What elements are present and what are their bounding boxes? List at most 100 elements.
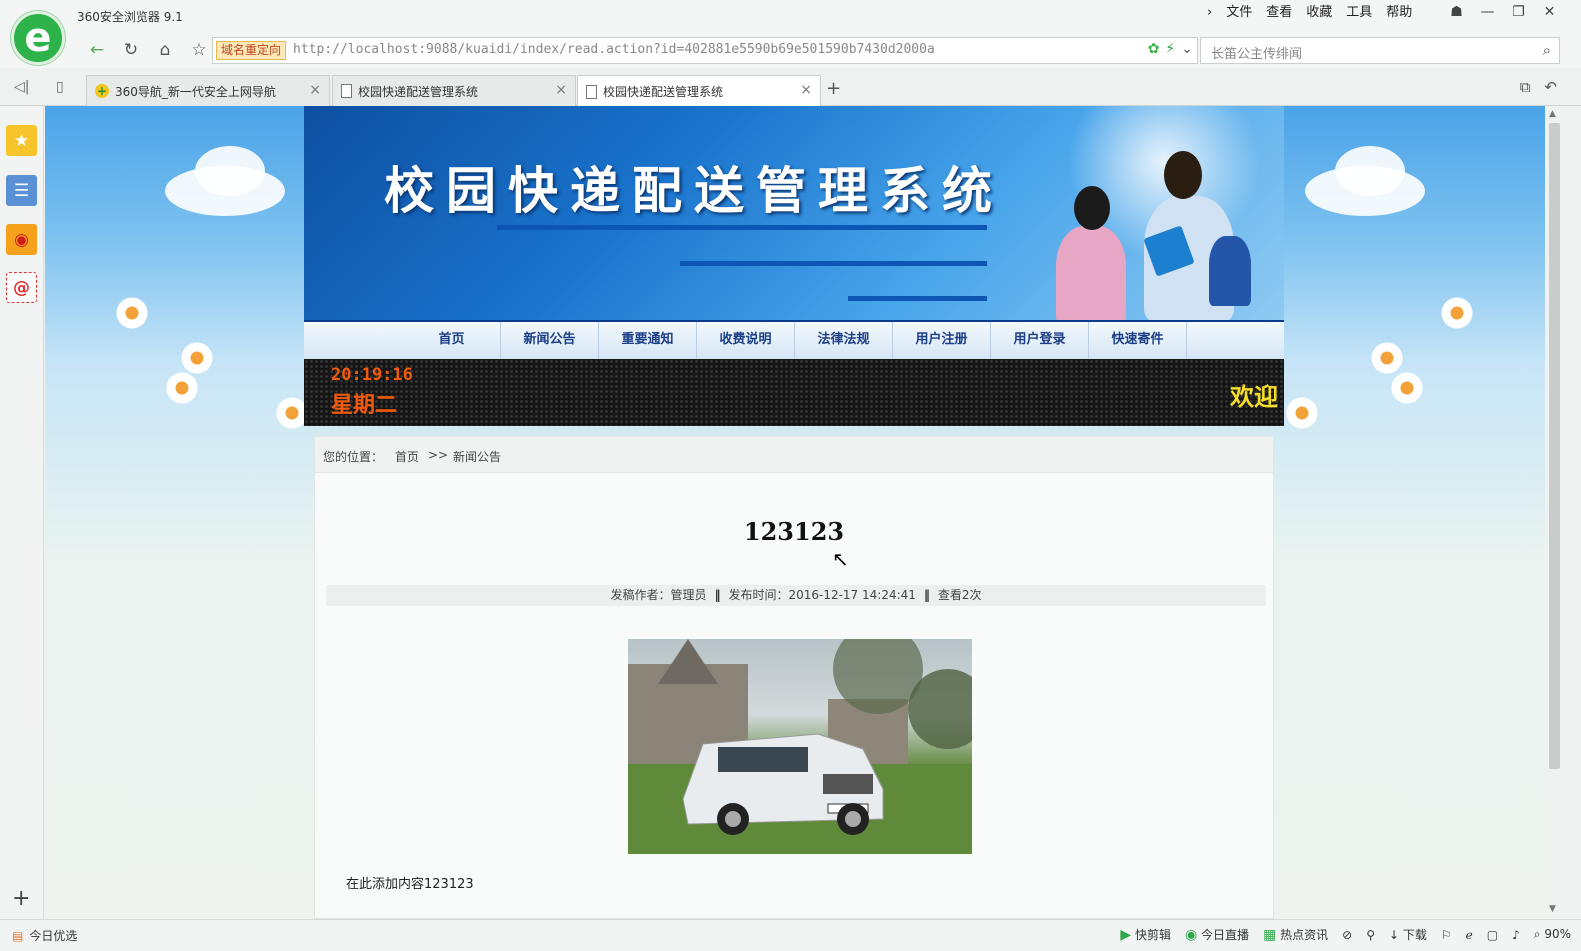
restore-tabs-icon[interactable]: ⧉ [1520,78,1531,96]
nav-buttons: ← ↻ ⌂ ☆ [80,38,216,62]
tab-360-nav[interactable]: + 360导航_新一代安全上网导航 × [86,75,330,106]
redirect-badge[interactable]: 域名重定向 [216,41,287,60]
add-icon[interactable]: + [12,886,30,911]
tab-label: 校园快递配送管理系统 [358,84,479,99]
quick-edit-label: 快剪辑 [1134,928,1171,942]
nav-login[interactable]: 用户登录 [991,322,1089,359]
undo-close-icon[interactable]: ↶ [1544,78,1557,96]
nav-fees[interactable]: 收费说明 [697,322,795,359]
article-title: 123123 [743,517,845,546]
sound-icon[interactable]: ♪ [1512,928,1520,942]
weibo-icon[interactable]: ◉ [6,224,37,255]
tab-campus-express-2[interactable]: 校园快递配送管理系统 × [577,75,821,107]
play-icon: ▶ [1120,927,1132,943]
tablet-icon[interactable]: ▯ [56,79,64,95]
page-viewport: 校园快递配送管理系统 首页 新闻公告 重要通知 收费说明 法律法规 用户注册 用… [45,106,1545,919]
gift-icon: ▤ [12,928,24,943]
menu-arrow-icon[interactable]: › [1200,3,1219,23]
menu-view[interactable]: 查看 [1259,3,1299,23]
url-icons: ✿ ⚡ ⌄ [1148,41,1193,57]
scroll-down-icon[interactable]: ▼ [1549,904,1556,914]
status-bar: ▤ 今日优选 ▶ 快剪辑 ◉ 今日直播 ▦ 热点资讯 ⊘ ⚲ ↓ 下载 ⚐ ℯ … [0,919,1581,951]
breadcrumb-home[interactable]: 首页 [395,448,419,465]
mail-icon[interactable]: @ [6,272,37,303]
menu-tools[interactable]: 工具 [1339,3,1379,23]
chevron-down-icon[interactable]: ⌄ [1181,41,1193,57]
nav-home[interactable]: 首页 [403,322,501,359]
cloud-decor [1335,146,1405,196]
banner-line [848,296,987,301]
lightning-icon[interactable]: ⚡ [1165,41,1175,57]
article-image [628,639,972,854]
address-bar: ← ↻ ⌂ ☆ 域名重定向 http://localhost:9088/kuai… [0,32,1581,68]
article-meta: 发稿作者：管理员 ‖ 发布时间：2016-12-17 14:24:41 ‖ 查看2次 [326,585,1266,606]
favorites-star-icon[interactable]: ★ [6,125,37,156]
hot-news-button[interactable]: ▦ 热点资讯 [1263,926,1328,943]
today-picks[interactable]: 今日优选 [29,927,77,944]
download-button[interactable]: ↓ 下载 [1389,926,1427,943]
refresh-icon[interactable]: ↻ [114,38,148,62]
nav-notices[interactable]: 重要通知 [599,322,697,359]
url-input[interactable]: 域名重定向 http://localhost:9088/kuaidi/index… [212,37,1198,64]
site-title: 校园快递配送管理系统 [384,161,1004,220]
nav-news[interactable]: 新闻公告 [501,322,599,359]
search-input[interactable]: 长笛公主传绯闻 ⌕ [1200,37,1560,64]
star-icon[interactable]: ☆ [182,38,216,62]
mouse-cursor-icon: ↖ [832,547,849,571]
ie-icon[interactable]: ℯ [1466,928,1473,942]
close-tab-icon[interactable]: × [800,82,812,98]
flag-icon[interactable]: ⚐ [1441,928,1452,942]
flower-decor [180,341,214,375]
360-icon: + [95,84,109,98]
search-placeholder[interactable]: 长笛公主传绯闻 [1211,43,1302,62]
vertical-scrollbar[interactable]: ▲ ▼ [1545,106,1564,919]
menu-help[interactable]: 帮助 [1379,3,1419,23]
pin-icon[interactable]: ⚲ [1366,928,1375,942]
restore-icon[interactable]: ❐ [1503,2,1534,22]
nav-laws[interactable]: 法律法规 [795,322,893,359]
close-tab-icon[interactable]: × [309,82,321,98]
security-icon[interactable]: ✿ [1148,41,1160,57]
nav-register[interactable]: 用户注册 [893,322,991,359]
sidebar-toggle-icon[interactable]: ◁| [14,79,29,95]
breadcrumb: 您的位置： 首页 >> 新闻公告 [315,437,1273,473]
meta-separator: ‖ [714,588,721,602]
tab-label: 校园快递配送管理系统 [603,85,724,99]
minimize-icon[interactable]: — [1472,2,1503,22]
tab-campus-express-1[interactable]: 校园快递配送管理系统 × [332,75,576,106]
article-panel: 您的位置： 首页 >> 新闻公告 123123 发稿作者：管理员 ‖ 发布时间：20… [314,436,1274,919]
article-time: 发布时间：2016-12-17 14:24:41 [728,588,916,602]
zoom-control[interactable]: ⌕ 90% [1534,927,1571,942]
flower-decor [1285,396,1319,430]
news-icon[interactable]: ☰ [6,175,37,206]
scroll-thumb[interactable] [1549,123,1560,769]
menu-favorites[interactable]: 收藏 [1299,3,1339,23]
browser-logo-icon[interactable]: e [11,11,65,65]
shirt-icon[interactable]: ☗ [1441,2,1472,22]
window-icon[interactable]: ▢ [1487,928,1498,942]
scroll-up-icon[interactable]: ▲ [1549,109,1556,119]
quick-edit-button[interactable]: ▶ 快剪辑 [1120,926,1171,943]
title-bar: 360安全浏览器 9.1 › 文件 查看 收藏 工具 帮助 ☗ — ❐ ✕ [0,0,1581,32]
accelerate-icon[interactable]: ⊘ [1342,928,1352,942]
new-tab-icon[interactable]: + [826,78,841,99]
app-name: 360安全浏览器 9.1 [77,10,183,24]
close-icon[interactable]: ✕ [1534,2,1565,22]
live-button[interactable]: ◉ 今日直播 [1185,926,1249,943]
flower-decor [1390,371,1424,405]
backpack [1209,236,1251,306]
breadcrumb-prefix: 您的位置： [323,450,384,464]
breadcrumb-current[interactable]: 新闻公告 [453,448,501,465]
nav-quick-send[interactable]: 快速寄件 [1089,322,1187,359]
article-author: 发稿作者：管理员 [610,588,707,602]
site-page: 校园快递配送管理系统 首页 新闻公告 重要通知 收费说明 法律法规 用户注册 用… [304,106,1284,919]
nav-items: 首页 新闻公告 重要通知 收费说明 法律法规 用户注册 用户登录 快速寄件 [403,322,1187,359]
led-clock-bar: 20:19:16 星期二 欢迎 [304,359,1284,426]
home-icon[interactable]: ⌂ [148,38,182,62]
status-left[interactable]: ▤ 今日优选 [12,927,77,944]
search-icon[interactable]: ⌕ [1543,41,1551,59]
close-tab-icon[interactable]: × [555,82,567,98]
menu-file[interactable]: 文件 [1219,3,1259,23]
back-icon[interactable]: ← [80,38,114,62]
url-text[interactable]: http://localhost:9088/kuaidi/index/read.… [293,42,935,57]
